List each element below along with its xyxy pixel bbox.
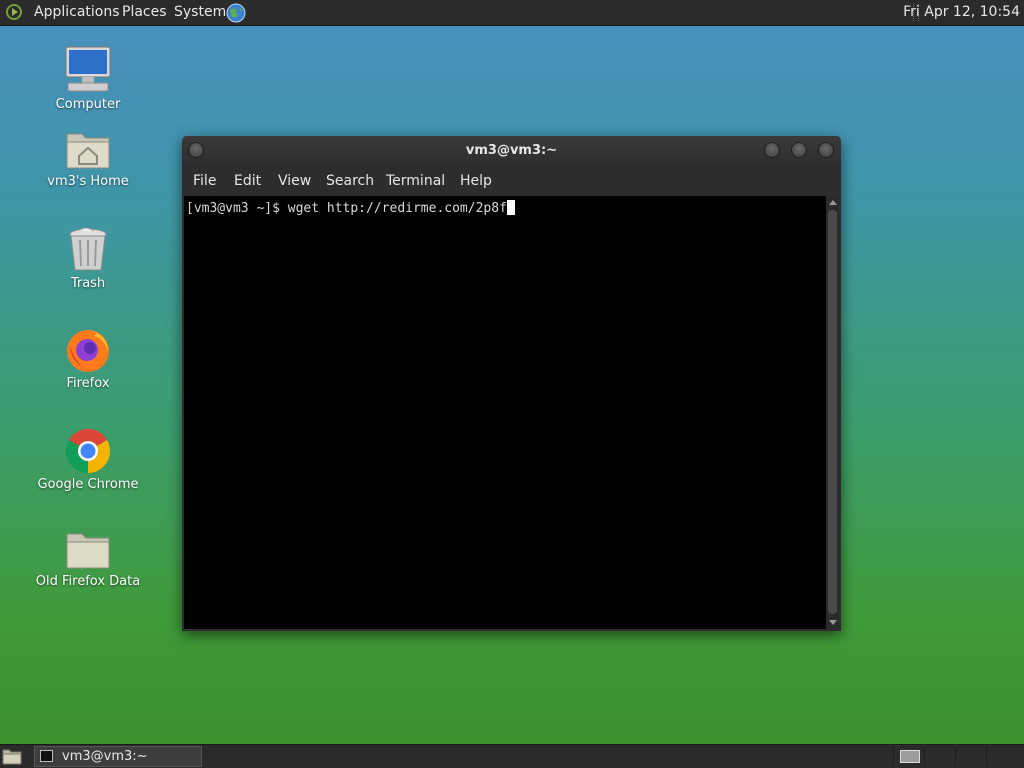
workspace-3[interactable] [955, 747, 986, 766]
computer-icon [65, 46, 111, 92]
scroll-thumb[interactable] [828, 210, 837, 614]
menu-edit[interactable]: Edit [234, 173, 261, 189]
menu-help[interactable]: Help [460, 173, 492, 189]
command-text: [vm3@vm3 ~]$ wget http://redirme.com/2p8… [186, 201, 507, 216]
terminal-command-line: [vm3@vm3 ~]$ wget http://redirme.com/2p8… [186, 200, 515, 216]
terminal-icon [40, 750, 53, 762]
scroll-up-arrow-icon[interactable] [829, 200, 837, 205]
terminal-titlebar[interactable]: vm3@vm3:~ [182, 136, 841, 166]
menu-search[interactable]: Search [326, 173, 374, 189]
window-title: vm3@vm3:~ [465, 143, 558, 158]
home-folder-icon [66, 133, 110, 169]
active-workspace-indicator [900, 750, 920, 763]
chrome-icon [66, 429, 110, 473]
firefox-icon [67, 330, 109, 372]
terminal-output-area[interactable]: [vm3@vm3 ~]$ wget http://redirme.com/2p8… [184, 196, 826, 629]
desktop-icon-computer[interactable]: Computer [28, 45, 148, 112]
system-menu[interactable]: System [174, 4, 226, 20]
network-globe-icon[interactable] [225, 2, 247, 24]
bottom-panel: vm3@vm3:~ [0, 744, 1024, 768]
desktop-icon-label: Trash [70, 276, 106, 291]
menu-view[interactable]: View [278, 173, 311, 189]
terminal-menubar: File Edit View Search Terminal Help [182, 166, 841, 196]
desktop-icon-label: Computer [55, 97, 121, 112]
text-cursor [506, 200, 515, 215]
maximize-button[interactable] [791, 142, 807, 158]
show-desktop-icon[interactable] [2, 748, 22, 765]
distro-logo-icon[interactable] [6, 4, 22, 20]
menu-file[interactable]: File [193, 173, 216, 189]
scroll-down-arrow-icon[interactable] [829, 620, 837, 625]
menu-terminal[interactable]: Terminal [386, 173, 445, 189]
workspace-1[interactable] [893, 747, 924, 766]
taskbar-item-label: vm3@vm3:~ [62, 749, 148, 764]
desktop-icon-old-firefox-data[interactable]: Old Firefox Data [28, 528, 148, 589]
taskbar-item-terminal[interactable]: vm3@vm3:~ [34, 746, 202, 767]
terminal-window[interactable]: vm3@vm3:~ File Edit View Search Terminal… [182, 136, 841, 631]
desktop-icon-label: vm3's Home [47, 174, 129, 189]
minimize-button[interactable] [764, 142, 780, 158]
applications-menu[interactable]: Applications [34, 4, 120, 20]
places-menu[interactable]: Places [122, 4, 167, 20]
desktop-icon-label: Google Chrome [37, 477, 139, 492]
folder-icon [66, 533, 110, 569]
workspace-4[interactable] [986, 747, 1017, 766]
trash-icon [69, 227, 107, 271]
desktop-icon-trash[interactable]: Trash [28, 226, 148, 291]
desktop-icon-label: Old Firefox Data [35, 574, 141, 589]
workspace-2[interactable] [924, 747, 955, 766]
desktop-icon-firefox[interactable]: Firefox [28, 326, 148, 391]
top-panel: Applications Places System Fri Apr 12, 1… [0, 0, 1024, 26]
desktop-icon-chrome[interactable]: Google Chrome [28, 427, 148, 492]
desktop-icon-label: Firefox [66, 376, 110, 391]
clock[interactable]: Fri Apr 12, 10:54 [903, 4, 1020, 20]
terminal-scrollbar[interactable] [826, 196, 839, 629]
desktop-icon-home[interactable]: vm3's Home [28, 128, 148, 189]
close-button[interactable] [818, 142, 834, 158]
